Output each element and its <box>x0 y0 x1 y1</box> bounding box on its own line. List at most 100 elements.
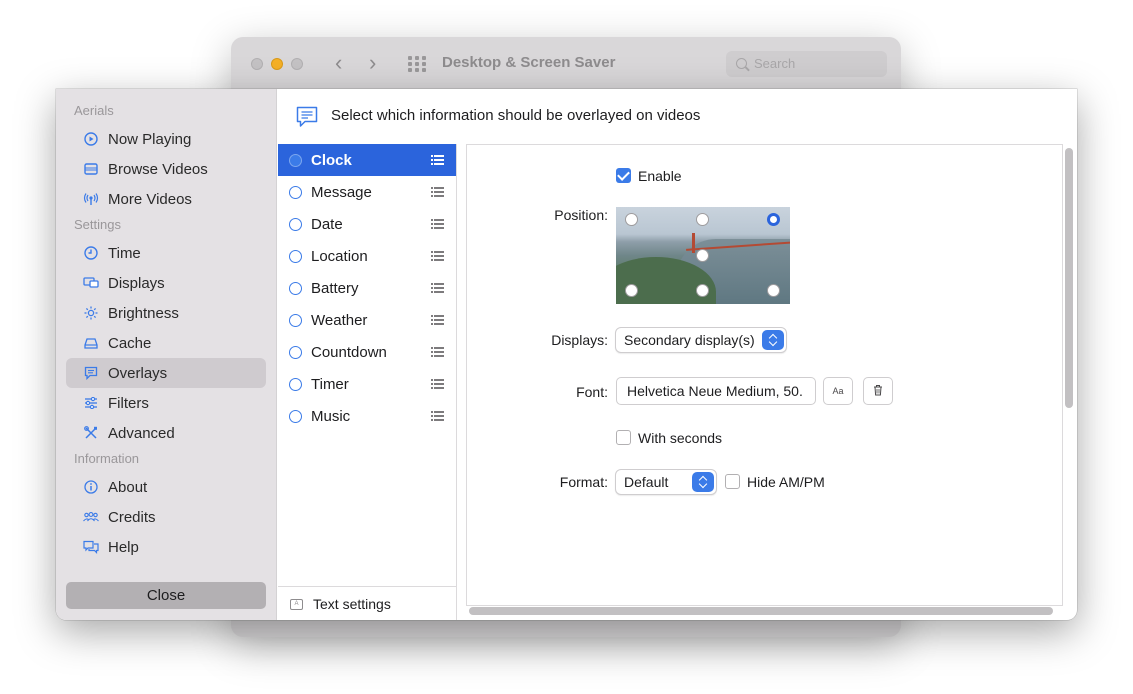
sidebar-item-browse-videos[interactable]: Browse Videos <box>66 154 266 184</box>
displays-label: Displays: <box>551 332 608 348</box>
sidebar-item-label: Filters <box>108 394 149 412</box>
list-icon <box>431 251 444 261</box>
format-popup[interactable]: Default <box>615 469 717 495</box>
sidebar-item-label: Browse Videos <box>108 160 208 178</box>
list-icon <box>431 315 444 325</box>
minimize-window-button[interactable] <box>271 58 283 70</box>
overlay-item-battery[interactable]: Battery <box>278 272 456 304</box>
sidebar-item-label: Credits <box>108 508 156 526</box>
trash-icon <box>873 384 883 398</box>
bridge-tower-shape <box>692 233 695 253</box>
back-icon[interactable]: ‹ <box>335 51 342 75</box>
overlay-item-music[interactable]: Music <box>278 400 456 432</box>
radio-unchecked-icon <box>289 377 302 391</box>
list-icon <box>431 155 444 165</box>
text-settings-button[interactable]: A Text settings <box>278 586 456 620</box>
reset-font-button[interactable] <box>863 377 893 405</box>
font-picker-button[interactable]: Aa <box>823 377 853 405</box>
sidebar-item-time[interactable]: Time <box>66 238 266 268</box>
list-icon <box>431 187 444 197</box>
search-input[interactable]: Search <box>726 51 887 77</box>
overlay-item-date[interactable]: Date <box>278 208 456 240</box>
antenna-icon <box>82 190 100 208</box>
sidebar-item-now-playing[interactable]: Now Playing <box>66 124 266 154</box>
sidebar-item-label: Brightness <box>108 304 179 322</box>
position-radio-top-right[interactable] <box>767 213 780 226</box>
search-icon <box>736 58 747 69</box>
section-header-aerials: Aerials <box>74 103 114 118</box>
zoom-window-button[interactable] <box>291 58 303 70</box>
close-button[interactable]: Close <box>66 582 266 609</box>
horizontal-scrollbar[interactable] <box>469 607 1053 615</box>
overlay-item-clock[interactable]: Clock <box>278 144 456 176</box>
hide-ampm-label: Hide AM/PM <box>747 474 825 490</box>
position-radio-bottom-left[interactable] <box>625 284 638 297</box>
display-icon <box>82 274 100 292</box>
close-window-button[interactable] <box>251 58 263 70</box>
overlay-item-message[interactable]: Message <box>278 176 456 208</box>
enable-checkbox[interactable] <box>616 168 631 183</box>
radio-unchecked-icon <box>289 217 302 231</box>
sidebar: Aerials Now Playing Browse Videos More V… <box>56 89 277 620</box>
sidebar-item-label: About <box>108 478 148 496</box>
sidebar-item-about[interactable]: About <box>66 472 266 502</box>
list-icon <box>431 347 444 357</box>
vertical-scrollbar[interactable] <box>1065 148 1073 408</box>
font-field[interactable]: Helvetica Neue Medium, 50. <box>616 377 816 405</box>
sidebar-item-label: Cache <box>108 334 152 352</box>
font-label: Font: <box>576 384 608 400</box>
chevron-updown-icon <box>692 472 714 492</box>
info-icon <box>82 478 100 496</box>
overlay-item-label: Weather <box>311 311 368 329</box>
sidebar-item-label: Advanced <box>108 424 175 442</box>
sidebar-item-label: Displays <box>108 274 165 292</box>
section-header-settings: Settings <box>74 217 121 232</box>
sidebar-item-filters[interactable]: Filters <box>66 388 266 418</box>
text-settings-label: Text settings <box>313 596 391 612</box>
overlay-item-label: Battery <box>311 279 359 297</box>
list-icon <box>431 283 444 293</box>
overlays-header: Select which information should be overl… <box>277 89 1077 144</box>
displays-popup[interactable]: Secondary display(s) <box>615 327 787 353</box>
position-radio-bottom-right[interactable] <box>767 284 780 297</box>
sidebar-item-help[interactable]: Help <box>66 532 266 562</box>
overlay-item-weather[interactable]: Weather <box>278 304 456 336</box>
sidebar-item-overlays[interactable]: Overlays <box>66 358 266 388</box>
position-radio-top-left[interactable] <box>625 213 638 226</box>
overlay-item-label: Countdown <box>311 343 387 361</box>
position-radio-bottom-center[interactable] <box>696 284 709 297</box>
overlay-item-label: Music <box>311 407 351 425</box>
sidebar-item-displays[interactable]: Displays <box>66 268 266 298</box>
position-radio-center[interactable] <box>696 249 709 262</box>
sidebar-item-more-videos[interactable]: More Videos <box>66 184 266 214</box>
overlay-item-timer[interactable]: Timer <box>278 368 456 400</box>
grid-icon[interactable] <box>408 56 428 72</box>
overlay-item-label: Clock <box>311 151 352 169</box>
film-icon <box>82 160 100 178</box>
radio-unchecked-icon <box>289 409 302 423</box>
sidebar-item-cache[interactable]: Cache <box>66 328 266 358</box>
position-radio-top-center[interactable] <box>696 213 709 226</box>
play-circle-icon <box>82 130 100 148</box>
radio-unchecked-icon <box>289 345 302 359</box>
radio-checked-icon <box>289 153 302 167</box>
overlay-item-countdown[interactable]: Countdown <box>278 336 456 368</box>
sidebar-item-brightness[interactable]: Brightness <box>66 298 266 328</box>
people-icon <box>82 508 100 526</box>
sidebar-item-credits[interactable]: Credits <box>66 502 266 532</box>
chevron-updown-icon <box>762 330 784 350</box>
hide-ampm-checkbox[interactable] <box>725 474 740 489</box>
list-icon <box>431 411 444 421</box>
overlay-item-location[interactable]: Location <box>278 240 456 272</box>
forward-icon[interactable]: › <box>369 51 376 75</box>
sidebar-item-label: Help <box>108 538 139 556</box>
sidebar-item-label: Now Playing <box>108 130 192 148</box>
sun-icon <box>82 304 100 322</box>
with-seconds-label: With seconds <box>638 430 723 446</box>
list-icon <box>431 379 444 389</box>
help-bubble-icon <box>82 538 100 556</box>
drive-icon <box>82 334 100 352</box>
with-seconds-checkbox[interactable] <box>616 430 631 445</box>
clock-icon <box>82 244 100 262</box>
sidebar-item-advanced[interactable]: Advanced <box>66 418 266 448</box>
